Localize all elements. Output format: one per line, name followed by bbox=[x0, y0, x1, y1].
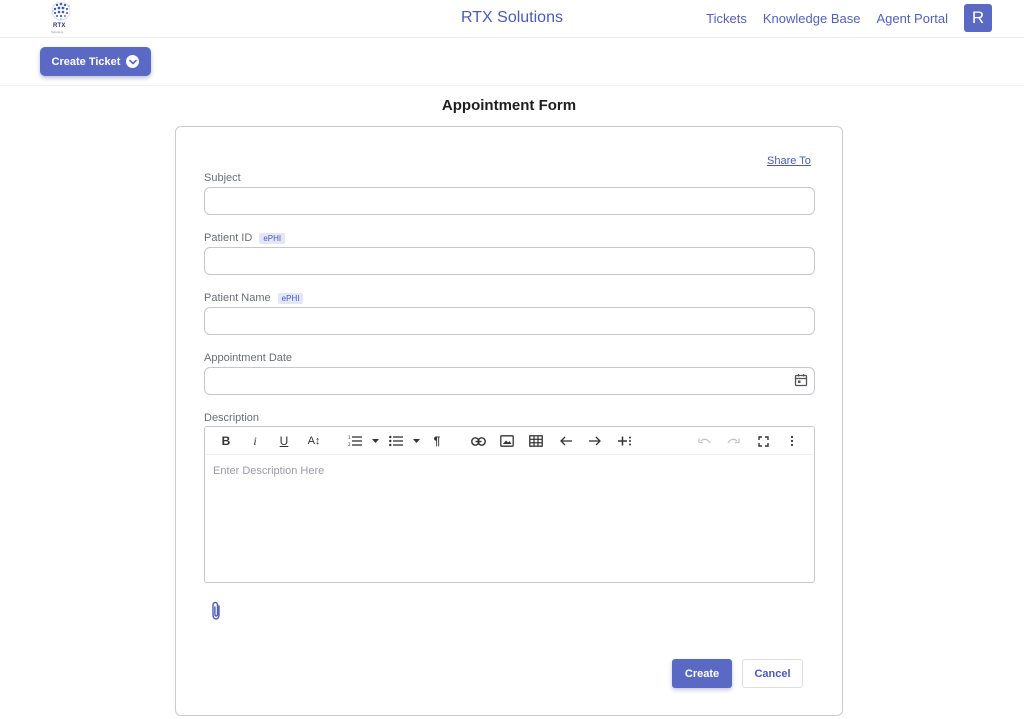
patient-name-input[interactable] bbox=[204, 307, 815, 335]
description-label: Description bbox=[204, 412, 259, 424]
nav-agent-portal[interactable]: Agent Portal bbox=[876, 11, 948, 26]
nav-knowledge-base[interactable]: Knowledge Base bbox=[763, 11, 861, 26]
subject-input[interactable] bbox=[204, 187, 815, 215]
undo-icon[interactable] bbox=[696, 433, 712, 449]
svg-text:1: 1 bbox=[348, 435, 351, 440]
bullet-list-icon[interactable] bbox=[388, 433, 404, 449]
description-label-text: Description bbox=[204, 412, 260, 424]
redo-icon[interactable] bbox=[725, 433, 741, 449]
underline-button[interactable]: U bbox=[277, 433, 291, 449]
ephi-badge: ePHI bbox=[277, 292, 304, 304]
more-options-icon[interactable] bbox=[784, 433, 800, 449]
table-icon[interactable] bbox=[528, 433, 544, 449]
patient-id-label: Patient ID ePHI bbox=[204, 232, 286, 244]
logo-text: RTX bbox=[53, 23, 66, 29]
editor-toolbar: B i U A↕ 12 ¶ bbox=[205, 427, 814, 455]
top-nav: Tickets Knowledge Base Agent Portal bbox=[706, 11, 948, 26]
share-to-link[interactable]: Share To bbox=[767, 155, 811, 167]
appointment-date-label: Appointment Date bbox=[204, 352, 292, 364]
top-header: RTX Solutions RTX Solutions Tickets Know… bbox=[0, 0, 1024, 38]
user-avatar[interactable]: R bbox=[964, 4, 992, 32]
logo-subtext: Solutions bbox=[51, 30, 64, 34]
ordered-list-dropdown-icon[interactable] bbox=[371, 433, 379, 449]
form-title: Appointment Form bbox=[441, 97, 577, 114]
font-size-button[interactable]: A↕ bbox=[305, 433, 323, 449]
italic-button[interactable]: i bbox=[248, 433, 262, 449]
appointment-form-card: Share To Subject Patient ID ePHI Patient… bbox=[175, 126, 843, 716]
insert-more-icon[interactable] bbox=[616, 433, 632, 449]
nav-tickets[interactable]: Tickets bbox=[706, 11, 747, 26]
ordered-list-icon[interactable]: 12 bbox=[347, 433, 363, 449]
chevron-down-icon bbox=[126, 55, 140, 68]
subject-label-text: Subject bbox=[204, 172, 241, 184]
appointment-date-label-text: Appointment Date bbox=[204, 352, 293, 364]
patient-name-label: Patient Name ePHI bbox=[204, 292, 304, 304]
action-bar: Create Ticket bbox=[0, 38, 1024, 86]
create-ticket-button[interactable]: Create Ticket bbox=[40, 47, 151, 76]
description-editor: B i U A↕ 12 ¶ Enter Description Here bbox=[204, 426, 815, 583]
image-icon[interactable] bbox=[499, 433, 515, 449]
calendar-icon[interactable] bbox=[794, 373, 808, 387]
arrow-right-icon[interactable] bbox=[587, 433, 603, 449]
appointment-date-input[interactable] bbox=[204, 367, 815, 395]
create-ticket-label: Create Ticket bbox=[51, 55, 121, 68]
svg-text:2: 2 bbox=[348, 442, 351, 447]
paragraph-format-button[interactable]: ¶ bbox=[429, 433, 445, 449]
patient-name-label-text: Patient Name bbox=[204, 292, 271, 304]
description-placeholder: Enter Description Here bbox=[213, 465, 325, 477]
rtx-logo[interactable]: RTX Solutions bbox=[48, 0, 74, 34]
fullscreen-icon[interactable] bbox=[755, 433, 771, 449]
globe-logo-icon bbox=[51, 1, 71, 21]
create-button[interactable]: Create bbox=[672, 659, 732, 688]
arrow-left-icon[interactable] bbox=[558, 433, 574, 449]
link-icon[interactable] bbox=[470, 433, 486, 449]
patient-id-label-text: Patient ID bbox=[204, 232, 253, 244]
ephi-badge: ePHI bbox=[259, 232, 286, 244]
cancel-button[interactable]: Cancel bbox=[742, 659, 803, 688]
paperclip-icon[interactable] bbox=[209, 601, 223, 621]
bullet-list-dropdown-icon[interactable] bbox=[412, 433, 420, 449]
subject-label: Subject bbox=[204, 172, 241, 184]
patient-id-input[interactable] bbox=[204, 247, 815, 275]
bold-button[interactable]: B bbox=[219, 433, 233, 449]
